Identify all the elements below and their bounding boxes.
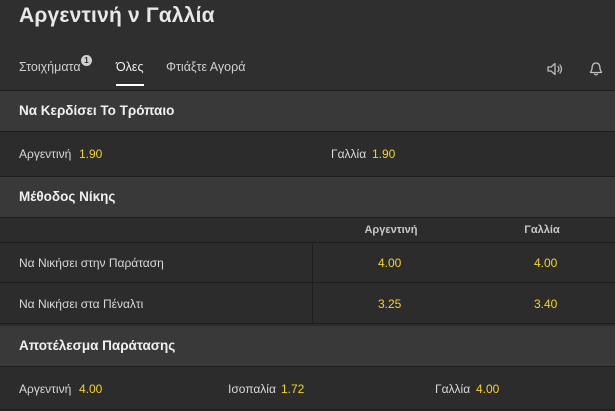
market-header-extra-time[interactable]: Αποτέλεσμα Παράτασης (0, 326, 615, 366)
active-tab-indicator (116, 84, 144, 86)
divider (0, 409, 615, 410)
match-header: Αργεντινή ν Γαλλία Στοιχήματα 1 Όλες Φτι… (0, 0, 615, 90)
market-header-tournament[interactable]: Να Κερδίσει Το Τρόπαιο (0, 91, 615, 131)
column-header: Γαλλία (524, 224, 560, 236)
odds-button[interactable]: 4.00 (79, 382, 102, 396)
odds-button[interactable]: 4.00 (534, 256, 557, 270)
odds-button[interactable]: 4.00 (378, 256, 401, 270)
bell-icon[interactable] (587, 61, 605, 77)
tab-all[interactable]: Όλες (116, 60, 144, 74)
selection-name: Αργεντινή (19, 382, 72, 396)
column-header: Αργεντινή (364, 224, 418, 236)
odds-button[interactable]: 1.90 (79, 147, 102, 161)
odds-button[interactable]: 4.00 (476, 382, 499, 396)
tab-build-market[interactable]: Φτιάξτε Αγορά (166, 60, 245, 74)
tab-bets[interactable]: Στοιχήματα (19, 60, 81, 74)
selection-name: Ισοπαλία (228, 382, 276, 396)
odds-button[interactable]: 3.40 (534, 297, 557, 311)
market-header-method[interactable]: Μέθοδος Νίκης (0, 177, 615, 217)
selection-name: Γαλλία (331, 147, 367, 161)
speaker-icon[interactable] (546, 61, 564, 77)
selection-name: Γαλλία (435, 382, 471, 396)
bets-count-badge: 1 (81, 55, 92, 66)
odds-button[interactable]: 1.90 (372, 147, 395, 161)
column-divider (312, 243, 313, 323)
odds-button[interactable]: 1.72 (281, 382, 304, 396)
divider (0, 323, 615, 324)
row-label: Να Νικήσει στην Παράταση (19, 256, 164, 270)
selection-name: Αργεντινή (19, 147, 72, 161)
odds-button[interactable]: 3.25 (378, 297, 401, 311)
row-label: Να Νικήσει στα Πέναλτι (19, 297, 144, 311)
page-title: Αργεντινή ν Γαλλία (19, 4, 215, 27)
